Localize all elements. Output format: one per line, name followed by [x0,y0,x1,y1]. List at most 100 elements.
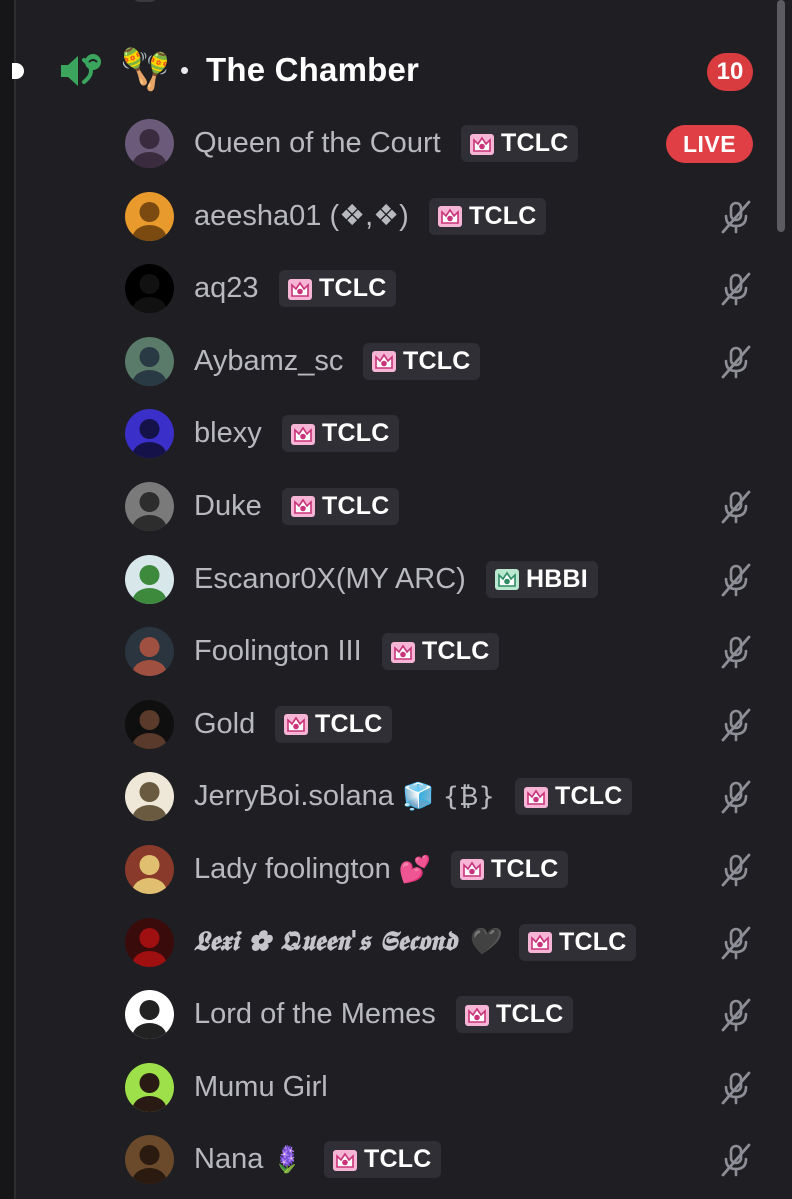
member-name: 𝕷𝖊𝖝𝖎 ✿ 𝕼𝖚𝖊𝖊𝖓'𝖘 𝕾𝖊𝖈𝖔𝖓𝖉 🖤 [194,924,499,960]
server-tag-badge[interactable]: TCLC [461,125,579,162]
voice-channel-header[interactable]: 🪇 • The Chamber 10 [0,40,770,102]
member-avatar[interactable] [125,1062,174,1112]
voice-member-row[interactable]: Nana 🪻 TCLC [0,1123,776,1196]
member-avatar[interactable] [125,481,174,531]
server-tag-label: TCLC [469,201,537,230]
channel-name: The Chamber [206,51,420,88]
member-name-text: Lady foolington [194,852,391,885]
member-avatar[interactable] [125,627,174,677]
member-avatar[interactable] [125,699,174,749]
server-tag-badge[interactable]: TCLC [382,633,500,671]
server-tag-badge[interactable]: TCLC [451,850,569,888]
server-tag-badge[interactable]: TCLC [275,705,393,743]
muted-microphone-icon [721,998,751,1032]
voice-member-row[interactable]: Gold TCLC [0,688,776,761]
server-tag-label: TCLC [403,346,471,375]
channel-maracas-emoji: 🪇 [120,47,170,93]
member-name: Nana 🪻 [194,1141,304,1178]
server-tag-badge[interactable]: TCLC [519,923,637,961]
server-tag-badge[interactable]: TCLC [279,270,397,308]
member-avatar[interactable] [125,409,174,459]
server-tag-badge[interactable]: TCLC [282,487,400,525]
server-tag-badge[interactable]: TCLC [282,415,400,453]
member-name: JerryBoi.solana 🧊 {₿} [194,778,495,815]
voice-member-row[interactable]: Lord of the Memes TCLC [0,978,776,1051]
muted-microphone-icon [721,1143,751,1177]
server-tag-label: TCLC [319,274,387,303]
member-name: Duke [194,488,262,524]
member-avatar[interactable] [125,336,174,386]
voice-channel-speaker-icon [61,54,101,86]
live-badge[interactable]: LIVE [666,125,753,163]
voice-member-row[interactable]: Duke TCLC [0,470,776,543]
member-avatar[interactable] [125,917,174,967]
member-name-suffix: 🖤 [466,926,499,957]
muted-microphone-icon [721,780,751,814]
member-name: Mumu Girl [194,1069,328,1105]
server-tag-badge[interactable]: HBBI [486,560,598,598]
voice-member-row[interactable]: Aybamz_sc TCLC [0,325,776,398]
member-name-text: blexy [194,417,262,450]
tclc-crown-icon [391,641,415,663]
member-avatar[interactable] [125,1135,174,1185]
server-tag-badge[interactable]: TCLC [429,197,547,235]
member-name-text: Duke [194,489,262,522]
member-name-suffix: 💕 [398,854,432,885]
member-name: blexy [194,415,262,451]
member-name: Foolington III [194,633,362,669]
member-avatar[interactable] [125,772,174,822]
server-tag-badge[interactable]: TCLC [456,996,574,1034]
server-tag-badge[interactable]: TCLC [324,1141,442,1179]
server-tag-badge[interactable]: TCLC [363,342,481,380]
muted-microphone-icon [721,563,751,596]
muted-microphone-icon [721,635,751,669]
tclc-crown-icon [288,278,312,300]
member-name-text: Lord of the Memes [194,998,436,1031]
voice-member-row[interactable]: blexy TCLC [0,397,776,470]
tclc-crown-icon [333,1149,357,1171]
member-avatar[interactable] [125,554,174,604]
voice-member-row[interactable]: aq23 TCLC [0,252,776,325]
member-name: Aybamz_sc [194,343,343,379]
member-name-text: 𝕷𝖊𝖝𝖎 ✿ 𝕼𝖚𝖊𝖊𝖓'𝖘 𝕾𝖊𝖈𝖔𝖓𝖉 [194,925,458,957]
server-tag-label: TCLC [322,419,390,448]
member-name-text: aq23 [194,272,259,305]
member-avatar[interactable] [125,990,174,1040]
voice-member-list: Queen of the Court TCLC LIVE aeesha01 (❖,❖… [0,107,776,1196]
tclc-crown-icon [465,1004,489,1026]
voice-member-row[interactable]: Mumu Girl [0,1051,776,1124]
member-avatar[interactable] [125,264,174,314]
voice-member-row[interactable]: 𝕷𝖊𝖝𝖎 ✿ 𝕼𝖚𝖊𝖊𝖓'𝖘 𝕾𝖊𝖈𝖔𝖓𝖉 🖤 TCLC [0,906,776,979]
tclc-crown-icon [372,351,396,373]
server-tag-badge[interactable]: TCLC [515,778,633,816]
voice-member-row[interactable]: Queen of the Court TCLC LIVE [0,107,776,180]
muted-microphone-icon [721,490,751,524]
server-tag-label: TCLC [555,782,623,811]
voice-member-row[interactable]: JerryBoi.solana 🧊 {₿} TCLC [0,760,776,833]
tclc-crown-icon [284,714,308,736]
tclc-crown-icon [528,932,552,954]
member-avatar[interactable] [125,191,174,241]
server-tag-label: TCLC [501,129,569,157]
voice-member-row[interactable]: Escanor0X(MY ARC) HBBI [0,543,776,616]
server-tag-label: TCLC [364,1145,432,1174]
voice-member-row[interactable]: aeesha01 (❖,❖) TCLC [0,180,776,253]
member-avatar[interactable] [125,844,174,894]
tclc-crown-icon [470,133,494,155]
member-name-text: JerryBoi.solana [194,780,394,813]
muted-microphone-icon [721,853,751,887]
member-name: Lady foolington 💕 [194,851,431,888]
member-name: Lord of the Memes [194,996,436,1032]
scrollbar-thumb[interactable] [777,0,785,232]
voice-member-row[interactable]: Lady foolington 💕 TCLC [0,833,776,906]
tclc-crown-icon [460,859,484,881]
muted-microphone-icon [721,926,751,959]
voice-member-row[interactable]: Foolington III TCLC [0,615,776,688]
tclc-crown-icon [438,206,462,228]
member-avatar[interactable] [125,119,174,168]
member-name: Queen of the Court [194,125,441,161]
previous-item-edge [132,0,158,2]
member-name: aq23 [194,270,259,306]
member-name-text: Queen of the Court [194,127,441,159]
server-tag-label: TCLC [496,1000,564,1029]
